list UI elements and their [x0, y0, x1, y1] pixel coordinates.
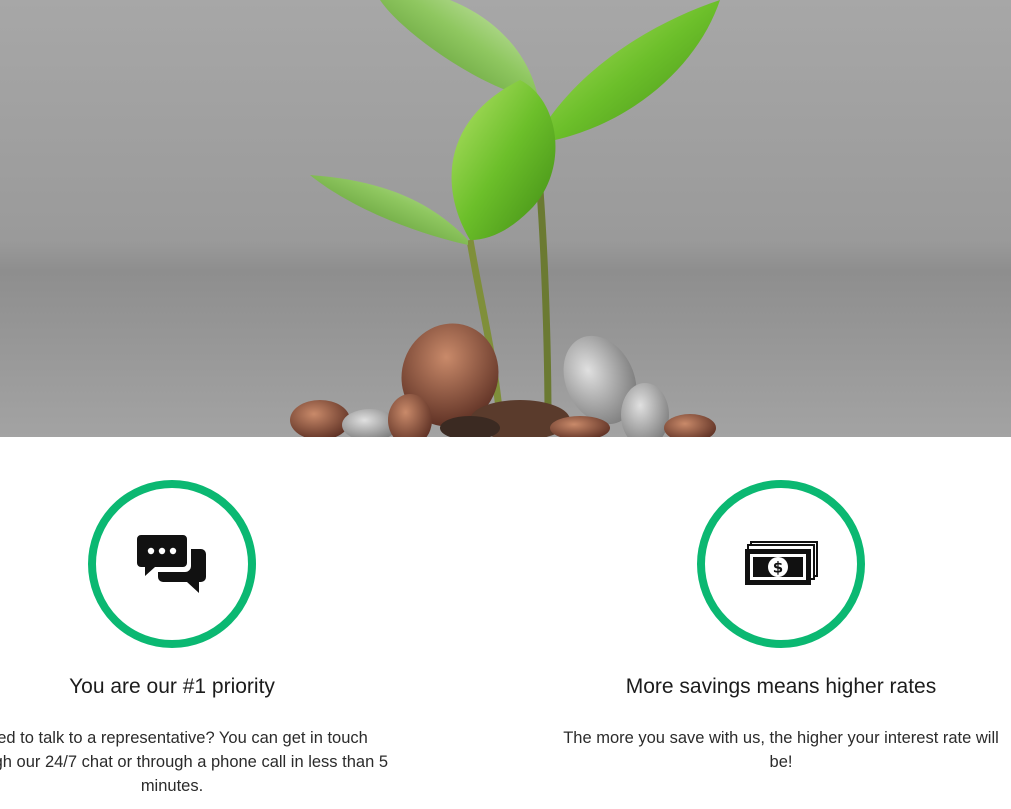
chat-bubbles-icon: [137, 535, 206, 593]
seedling-coins-illustration: [0, 0, 1011, 437]
feature-description: Need to talk to a representative? You ca…: [0, 729, 389, 795]
feature-icon-ring: [88, 480, 256, 648]
page: You are our #1 priority Need to talk to …: [0, 0, 1011, 809]
feature-title: More savings means higher rates: [625, 675, 937, 698]
feature-icon-ring: $: [697, 480, 865, 648]
feature-savings: $ More savings means higher rates The mo…: [549, 480, 1011, 774]
feature-priority: You are our #1 priority Need to talk to …: [0, 480, 404, 798]
svg-text:$: $: [773, 559, 783, 577]
feature-title: You are our #1 priority: [69, 675, 275, 698]
money-stack-icon: $: [745, 541, 818, 585]
hero-image: [0, 0, 1011, 437]
feature-description: The more you save with us, the higher yo…: [563, 729, 999, 771]
